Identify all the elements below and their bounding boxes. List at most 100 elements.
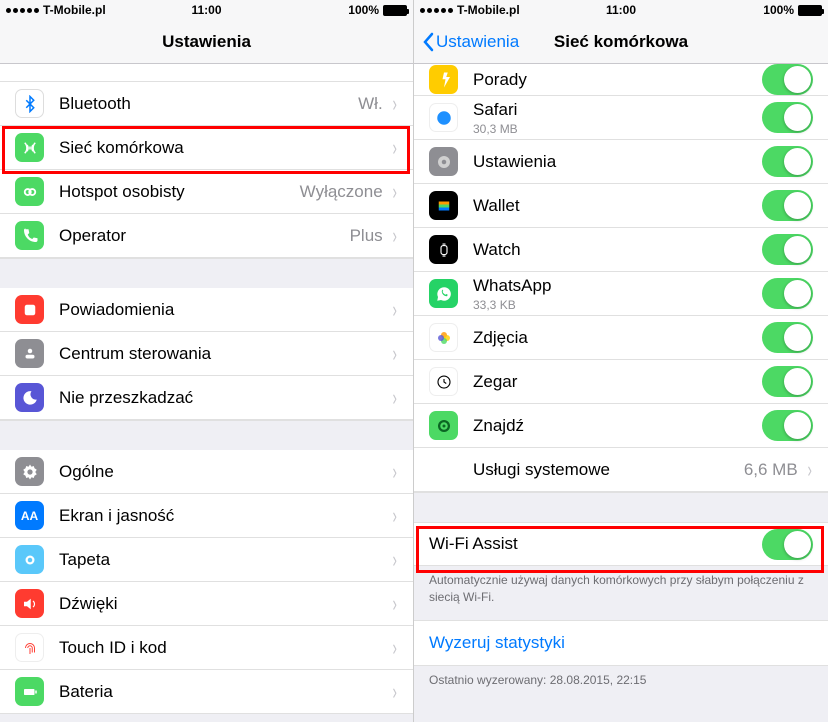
chevron-right-icon: › [392,385,396,411]
chevron-right-icon: › [807,457,811,483]
back-button[interactable]: Ustawienia [422,32,519,52]
row-control-center[interactable]: Centrum sterowania › [0,332,413,376]
row-label: Bateria [59,682,391,702]
row-whatsapp[interactable]: WhatsApp 33,3 KB [414,272,828,316]
row-label: Watch [473,240,762,260]
toggle[interactable] [762,322,813,353]
wifi-assist-description: Automatycznie używaj danych komórkowych … [414,566,828,620]
row-wifi-assist[interactable]: Wi-Fi Assist [414,522,828,566]
row-label: WhatsApp [473,276,762,296]
navbar: Ustawienia Sieć komórkowa [414,20,828,64]
row-settings-app[interactable]: Ustawienia [414,140,828,184]
row-display[interactable]: AA Ekran i jasność › [0,494,413,538]
row-label: Powiadomienia [59,300,391,320]
row-label: Ekran i jasność [59,506,391,526]
row-sounds[interactable]: Dźwięki › [0,582,413,626]
row-label: Sieć komórkowa [59,138,391,158]
time-label: 11:00 [191,3,221,17]
safari-icon [429,103,458,132]
toggle-wifi-assist[interactable] [762,529,813,560]
toggle[interactable] [762,102,813,133]
back-label: Ustawienia [436,32,519,52]
battery-percent-label: 100% [763,3,794,17]
row-hotspot[interactable]: Hotspot osobisty Wyłączone › [0,170,413,214]
row-label: Operator [59,226,350,246]
cellular-list[interactable]: Porady Safari 30,3 MB Ustawienia Wallet … [414,64,828,722]
section-gap [0,420,413,450]
hotspot-icon [15,177,44,206]
battery-icon [383,5,407,16]
gear-icon [429,147,458,176]
chevron-right-icon: › [392,341,396,367]
notifications-icon [15,295,44,324]
row-label: Nie przeszkadzać [59,388,391,408]
row-label: Tapeta [59,550,391,570]
gear-icon [15,457,44,486]
chevron-right-icon: › [392,547,396,573]
row-cellular[interactable]: Sieć komórkowa › [0,126,413,170]
signal-dots-icon [420,8,453,13]
navbar: Ustawienia [0,20,413,64]
row-label: Wi-Fi Assist [429,534,762,554]
row-battery[interactable]: Bateria › [0,670,413,714]
row-bluetooth[interactable]: Bluetooth Wł. › [0,82,413,126]
chevron-right-icon: › [392,135,396,161]
row-clock[interactable]: Zegar [414,360,828,404]
watch-icon [429,235,458,264]
toggle[interactable] [762,234,813,265]
row-photos[interactable]: Zdjęcia [414,316,828,360]
chevron-right-icon: › [392,591,396,617]
row-wallet[interactable]: Wallet [414,184,828,228]
page-title: Sieć komórkowa [554,32,688,52]
toggle[interactable] [762,64,813,95]
row-value: Plus [350,226,383,246]
row-label: Safari [473,100,762,120]
row-label: Centrum sterowania [59,344,391,364]
toggle[interactable] [762,146,813,177]
row-wallpaper[interactable]: Tapeta › [0,538,413,582]
find-icon [429,411,458,440]
row-touchid[interactable]: Touch ID i kod › [0,626,413,670]
row-system-services[interactable]: Usługi systemowe 6,6 MB › [414,448,828,492]
row-sublabel: 33,3 KB [473,298,762,312]
signal-dots-icon [6,8,39,13]
row-partial[interactable] [0,64,413,82]
row-operator[interactable]: Operator Plus › [0,214,413,258]
row-tips[interactable]: Porady [414,64,828,96]
row-watch[interactable]: Watch [414,228,828,272]
row-label: Ustawienia [473,152,762,172]
page-title: Ustawienia [162,32,251,52]
phone-icon [15,221,44,250]
clock-icon [429,367,458,396]
row-label: Touch ID i kod [59,638,391,658]
row-label: Ogólne [59,462,391,482]
row-do-not-disturb[interactable]: Nie przeszkadzać › [0,376,413,420]
control-center-icon [15,339,44,368]
display-icon: AA [15,501,44,530]
battery-icon [15,677,44,706]
reset-statistics-button[interactable]: Wyzeruj statystyki [414,620,828,666]
battery-percent-label: 100% [348,3,379,17]
chevron-right-icon: › [392,223,396,249]
moon-icon [15,383,44,412]
cellular-screen: T-Mobile.pl 11:00 100% Ustawienia Sieć k… [414,0,828,722]
toggle[interactable] [762,278,813,309]
wallet-icon [429,191,458,220]
row-general[interactable]: Ogólne › [0,450,413,494]
chevron-right-icon: › [392,503,396,529]
toggle[interactable] [762,410,813,441]
row-safari[interactable]: Safari 30,3 MB [414,96,828,140]
row-sublabel: 30,3 MB [473,122,762,136]
chevron-right-icon: › [392,91,396,117]
toggle[interactable] [762,190,813,221]
row-label: Bluetooth [59,94,358,114]
carrier-label: T-Mobile.pl [457,3,520,17]
tips-icon [429,65,458,94]
toggle[interactable] [762,366,813,397]
chevron-left-icon [422,32,434,52]
settings-list[interactable]: Bluetooth Wł. › Sieć komórkowa › Hotspot… [0,64,413,722]
row-notifications[interactable]: Powiadomienia › [0,288,413,332]
status-bar: T-Mobile.pl 11:00 100% [414,0,828,20]
row-find[interactable]: Znajdź [414,404,828,448]
chevron-right-icon: › [392,679,396,705]
